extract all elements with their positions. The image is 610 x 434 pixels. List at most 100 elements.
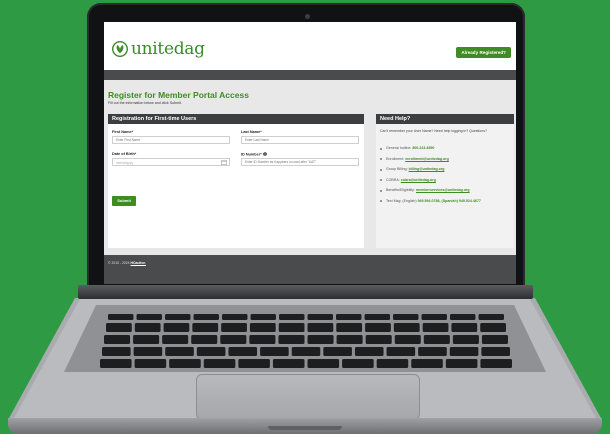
keyboard-key bbox=[342, 359, 374, 368]
bullet-icon bbox=[380, 147, 382, 150]
brand-logo[interactable]: unitedag bbox=[112, 39, 205, 59]
dob-input[interactable]: mm/dd/yyyy bbox=[112, 158, 230, 166]
id-number-input[interactable] bbox=[241, 158, 359, 166]
keyboard-key bbox=[307, 359, 340, 368]
help-contact-label: Text Msg: (English) bbox=[386, 198, 418, 203]
keyboard-key bbox=[191, 335, 218, 344]
keyboard-key bbox=[249, 323, 276, 332]
keyboard-key bbox=[445, 359, 478, 368]
keyboard-key bbox=[228, 347, 258, 356]
keyboard-key bbox=[336, 335, 363, 344]
keyboard-key bbox=[449, 347, 479, 356]
keyboard-key bbox=[307, 314, 333, 320]
keyboard-key bbox=[250, 314, 276, 320]
keyboard-key bbox=[169, 359, 201, 368]
id-number-label-text: ID Number* bbox=[241, 152, 262, 157]
main-content: Register for Member Portal Access Fill o… bbox=[104, 80, 516, 255]
keyboard-key bbox=[291, 347, 321, 356]
calendar-icon[interactable] bbox=[221, 160, 227, 165]
keyboard-key bbox=[354, 347, 384, 356]
last-name-input[interactable] bbox=[241, 136, 359, 144]
keyboard-key bbox=[134, 359, 167, 368]
keyboard-key bbox=[238, 359, 270, 368]
help-contact-value: 800.223.4590 bbox=[412, 146, 435, 150]
help-contact-label: General hotline: bbox=[386, 146, 413, 150]
keyboard-key bbox=[192, 323, 219, 332]
help-contact-item[interactable]: Enrollment: enrollment@unitedag.org bbox=[380, 157, 512, 162]
help-contact-email-link[interactable]: memberservices@unitedag.org bbox=[416, 188, 470, 192]
help-intro: Can't remember your User Name? Need help… bbox=[380, 129, 487, 133]
keyboard-key bbox=[272, 359, 305, 368]
keyboard-key bbox=[386, 347, 416, 356]
page-title: Register for Member Portal Access bbox=[108, 90, 249, 100]
help-contact-email-link[interactable]: billing@unitedag.org bbox=[409, 167, 445, 171]
first-name-input[interactable] bbox=[112, 136, 230, 144]
keyboard-key bbox=[100, 359, 132, 368]
keyboard-key bbox=[423, 335, 450, 344]
keyboard-key bbox=[323, 347, 352, 356]
keyboard-key bbox=[278, 335, 305, 344]
help-contact-item[interactable]: Benefits/Eligibility: memberservices@uni… bbox=[380, 188, 512, 193]
keyboard-key bbox=[451, 323, 478, 332]
keyboard-keys bbox=[100, 314, 512, 368]
help-contact-label: Group Billing: bbox=[386, 167, 409, 171]
keyboard-key bbox=[418, 347, 447, 356]
help-contact-value: 949.594.0788, (Spanish) 949.524.4677 bbox=[417, 198, 481, 203]
keyboard-key bbox=[163, 323, 190, 332]
dob-placeholder: mm/dd/yyyy bbox=[116, 161, 134, 165]
help-contact-label: Benefits/Eligibility: bbox=[386, 188, 416, 192]
nav-bar bbox=[104, 70, 516, 80]
keyboard-key bbox=[421, 314, 447, 320]
already-registered-button[interactable]: Already Registered? bbox=[456, 47, 511, 58]
keyboard-key bbox=[279, 314, 305, 320]
keyboard-key bbox=[478, 314, 504, 320]
help-contact-item[interactable]: Group Billing: billing@unitedag.org bbox=[380, 167, 512, 172]
keyboard-key bbox=[220, 335, 247, 344]
keyboard-key bbox=[260, 347, 289, 356]
keyboard-key bbox=[106, 323, 132, 332]
keyboard-key bbox=[336, 314, 362, 320]
keyboard-key bbox=[196, 347, 226, 356]
keyboard-key bbox=[104, 335, 131, 344]
registration-heading: Registration for First-time Users bbox=[108, 114, 364, 124]
first-name-label: First Name* bbox=[112, 130, 134, 134]
submit-button[interactable]: Submit bbox=[112, 196, 136, 206]
touchpad bbox=[196, 374, 420, 420]
keyboard-key bbox=[249, 335, 276, 344]
registration-panel: Registration for First-time Users First … bbox=[108, 114, 364, 248]
help-panel: Need Help? Can't remember your User Name… bbox=[376, 114, 514, 248]
help-contact-email-link[interactable]: enrollment@unitedag.org bbox=[405, 157, 449, 161]
keyboard-key bbox=[165, 347, 194, 356]
help-contact-email-link[interactable]: cobra@unitedag.org bbox=[401, 178, 436, 182]
lid-notch bbox=[268, 426, 342, 430]
company-link[interactable]: HCactive. bbox=[131, 261, 146, 265]
keyboard-key bbox=[203, 359, 236, 368]
keyboard-key bbox=[102, 347, 131, 356]
keyboard-key bbox=[134, 323, 161, 332]
keyboard-key bbox=[450, 314, 476, 320]
keyboard-key bbox=[481, 335, 508, 344]
keyboard-key bbox=[393, 314, 419, 320]
last-name-label: Last Name* bbox=[241, 130, 262, 134]
dob-label: Date of Birth* bbox=[112, 152, 137, 156]
keyboard-key bbox=[221, 323, 247, 332]
keyboard-key bbox=[165, 314, 191, 320]
help-contact-item: Text Msg: (English) 949.594.0788, (Spani… bbox=[380, 199, 512, 204]
bullet-icon bbox=[380, 200, 382, 202]
help-contact-item: General hotline: 800.223.4590 bbox=[380, 146, 512, 151]
help-contact-label: COBRA: bbox=[386, 177, 401, 182]
keyboard bbox=[100, 312, 512, 376]
keyboard-key bbox=[376, 359, 409, 368]
footer-copyright: © 2015 - 2024 HCactive. bbox=[108, 261, 146, 265]
info-icon[interactable] bbox=[262, 152, 267, 156]
keyboard-key bbox=[307, 335, 334, 344]
keyboard-key bbox=[162, 335, 189, 344]
help-contact-label: Enrollment: bbox=[386, 156, 406, 161]
browser-screen: unitedag Already Registered? Register fo… bbox=[104, 22, 516, 284]
help-contact-item[interactable]: COBRA: cobra@unitedag.org bbox=[380, 178, 512, 183]
keyboard-key bbox=[136, 314, 162, 320]
keyboard-key bbox=[422, 323, 449, 332]
laptop-hinge bbox=[78, 285, 533, 299]
keyboard-key bbox=[278, 323, 305, 332]
keyboard-key bbox=[481, 347, 510, 356]
